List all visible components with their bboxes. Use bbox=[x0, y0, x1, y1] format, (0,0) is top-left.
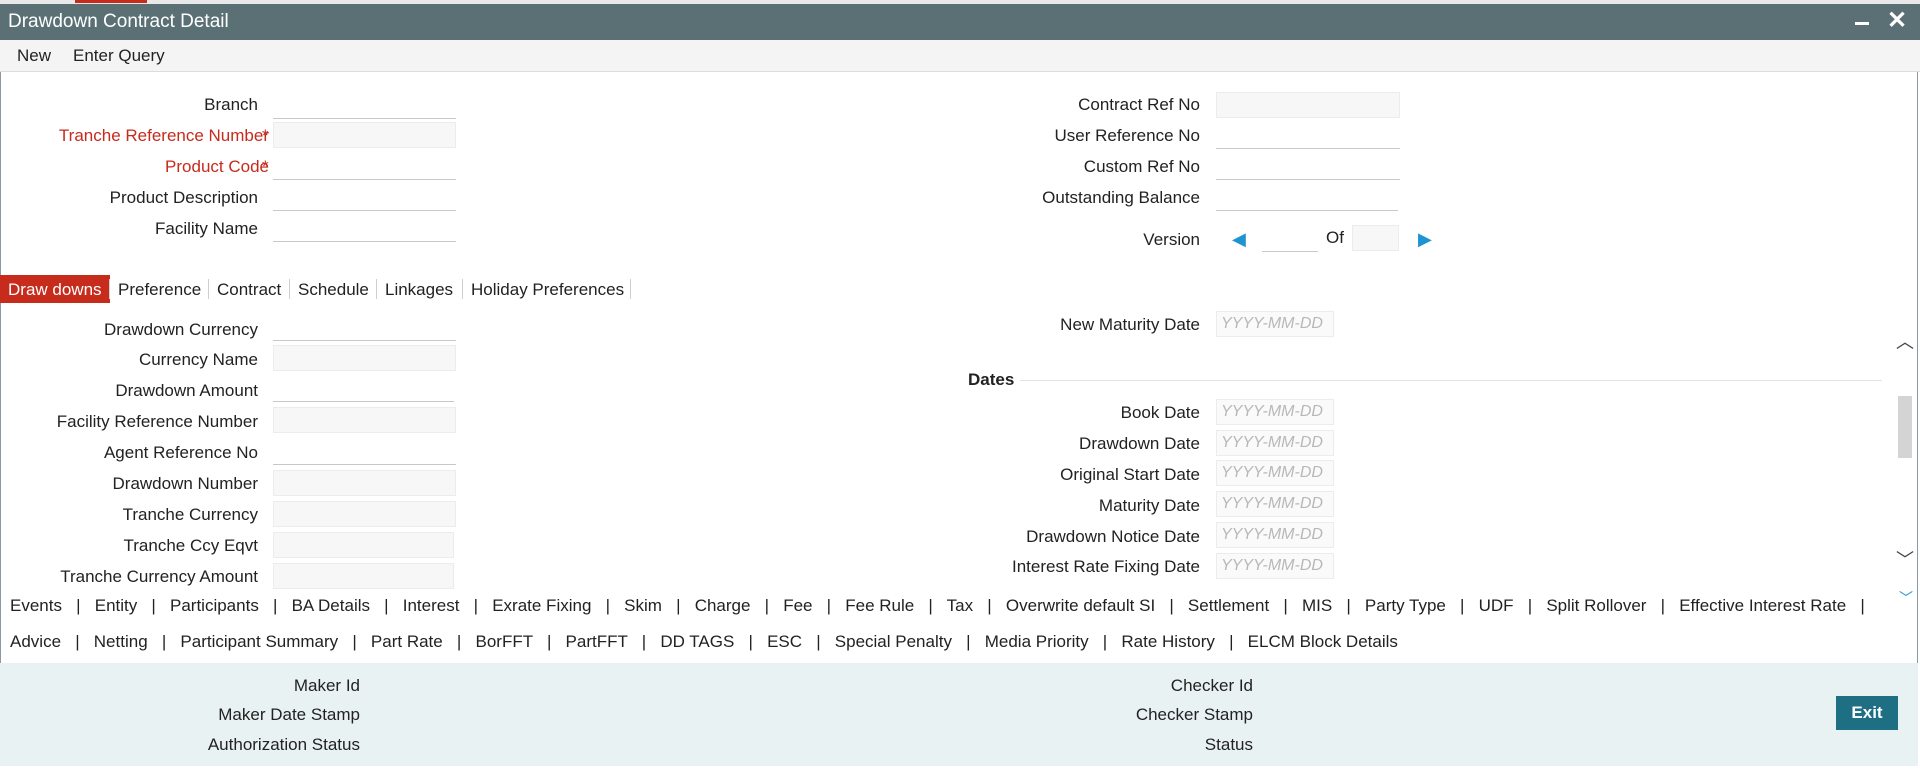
required-marker: * bbox=[262, 126, 269, 145]
scrollbar-thumb[interactable] bbox=[1898, 396, 1912, 458]
authorization-status-label: Authorization Status bbox=[207, 735, 360, 754]
maturity-date-input[interactable]: YYYY-MM-DD bbox=[1216, 491, 1334, 517]
required-marker: * bbox=[262, 157, 269, 176]
drawdown-currency-input[interactable] bbox=[273, 315, 456, 341]
close-icon[interactable]: ✕ bbox=[1887, 9, 1907, 33]
previous-version-icon[interactable]: ◀ bbox=[1232, 229, 1246, 250]
book-date-input[interactable]: YYYY-MM-DD bbox=[1216, 399, 1334, 425]
original-start-date-label: Original Start Date bbox=[1060, 465, 1200, 484]
dates-section-title: Dates bbox=[968, 370, 1015, 389]
rate-fixing-date-label: Interest Rate Fixing Date bbox=[1011, 557, 1200, 576]
tranche-ccy-eqvt-input bbox=[273, 532, 454, 558]
tranche-ccy-eqvt-label: Tranche Ccy Eqvt bbox=[123, 536, 258, 555]
user-ref-input[interactable] bbox=[1216, 123, 1400, 149]
maker-date-stamp-label: Maker Date Stamp bbox=[218, 705, 360, 724]
new-maturity-date-input[interactable]: YYYY-MM-DD bbox=[1216, 311, 1334, 337]
tab-preference[interactable]: Preference bbox=[110, 275, 209, 303]
facility-ref-label: Facility Reference Number bbox=[56, 412, 258, 431]
toolbar: New Enter Query bbox=[0, 40, 1920, 72]
currency-name-label: Currency Name bbox=[138, 350, 258, 369]
product-desc-label: Product Description bbox=[109, 188, 258, 207]
drawdown-number-label: Drawdown Number bbox=[112, 474, 259, 493]
links-row-2[interactable]: Advice | Netting | Participant Summary |… bbox=[10, 632, 1398, 666]
custom-ref-input[interactable] bbox=[1216, 154, 1400, 180]
contract-ref-label: Contract Ref No bbox=[1078, 95, 1200, 114]
facility-name-input[interactable] bbox=[273, 216, 456, 242]
branch-input[interactable] bbox=[273, 93, 456, 119]
new-button[interactable]: New bbox=[17, 46, 51, 66]
currency-name-input bbox=[273, 345, 456, 371]
tab-separator bbox=[630, 279, 631, 299]
drawdown-amount-label: Drawdown Amount bbox=[115, 381, 258, 400]
drawdown-currency-label: Drawdown Currency bbox=[104, 320, 258, 339]
outstanding-balance-input[interactable] bbox=[1216, 185, 1398, 211]
tranche-currency-label: Tranche Currency bbox=[122, 505, 258, 524]
book-date-label: Book Date bbox=[1120, 403, 1200, 422]
agent-ref-input[interactable] bbox=[273, 439, 456, 465]
tranche-amount-input bbox=[273, 563, 454, 589]
rate-fixing-date-input[interactable]: YYYY-MM-DD bbox=[1216, 553, 1334, 579]
original-start-date-input[interactable]: YYYY-MM-DD bbox=[1216, 460, 1334, 486]
drawdown-amount-input[interactable] bbox=[273, 376, 454, 402]
tranche-currency-input bbox=[273, 501, 456, 527]
maker-id-label: Maker Id bbox=[293, 676, 360, 695]
new-maturity-date-label: New Maturity Date bbox=[1060, 315, 1200, 334]
tranche-ref-label: Tranche Reference Number bbox=[58, 126, 269, 145]
product-desc-input[interactable] bbox=[273, 185, 456, 211]
minimize-icon[interactable] bbox=[1855, 22, 1869, 25]
chevron-up-icon[interactable]: ︿ bbox=[1896, 328, 1914, 354]
tab-draw-downs[interactable]: Draw downs bbox=[0, 275, 110, 303]
agent-ref-label: Agent Reference No bbox=[103, 443, 258, 462]
exit-button[interactable]: Exit bbox=[1836, 696, 1898, 730]
outstanding-balance-label: Outstanding Balance bbox=[1042, 188, 1200, 207]
content-scrollbar[interactable]: ︿ ﹀ bbox=[1893, 320, 1914, 580]
section-divider bbox=[1020, 380, 1882, 381]
links-row-1[interactable]: Events | Entity | Participants | BA Deta… bbox=[10, 596, 1865, 630]
contract-ref-input[interactable] bbox=[1216, 92, 1400, 118]
version-label: Version bbox=[1143, 230, 1200, 249]
checker-id-label: Checker Id bbox=[1170, 676, 1253, 695]
product-code-input[interactable] bbox=[273, 154, 456, 180]
drawdown-date-label: Drawdown Date bbox=[1079, 434, 1200, 453]
tab-linkages[interactable]: Linkages bbox=[377, 275, 461, 303]
tab-holiday-preferences[interactable]: Holiday Preferences bbox=[463, 275, 632, 303]
version-total-input bbox=[1352, 225, 1399, 251]
status-label: Status bbox=[1204, 735, 1253, 754]
drawdown-date-input[interactable]: YYYY-MM-DD bbox=[1216, 430, 1334, 456]
drawdown-notice-date-label: Drawdown Notice Date bbox=[1026, 527, 1200, 546]
next-version-icon[interactable]: ▶ bbox=[1418, 229, 1432, 250]
enter-query-button[interactable]: Enter Query bbox=[73, 46, 165, 66]
tranche-amount-label: Tranche Currency Amount bbox=[60, 567, 258, 586]
version-current-input[interactable] bbox=[1262, 226, 1318, 252]
tranche-ref-input[interactable] bbox=[273, 122, 456, 148]
facility-name-label: Facility Name bbox=[155, 219, 258, 238]
more-links-chevron-icon[interactable]: ﹀ bbox=[1899, 588, 1913, 608]
user-ref-label: User Reference No bbox=[1054, 126, 1200, 145]
facility-ref-input bbox=[273, 407, 456, 433]
active-indicator bbox=[75, 0, 147, 3]
drawdown-notice-date-input[interactable]: YYYY-MM-DD bbox=[1216, 522, 1334, 548]
branch-label: Branch bbox=[204, 95, 258, 114]
product-code-label: Product Code bbox=[165, 157, 269, 176]
tab-schedule[interactable]: Schedule bbox=[290, 275, 377, 303]
title-bar: Drawdown Contract Detail ✕ bbox=[0, 4, 1920, 40]
checker-stamp-label: Checker Stamp bbox=[1135, 705, 1253, 724]
chevron-down-icon[interactable]: ﹀ bbox=[1896, 546, 1914, 572]
tab-contract[interactable]: Contract bbox=[209, 275, 289, 303]
custom-ref-label: Custom Ref No bbox=[1083, 157, 1200, 176]
version-of-label: Of bbox=[1326, 228, 1344, 247]
drawdown-number-input bbox=[273, 470, 456, 496]
window-title: Drawdown Contract Detail bbox=[8, 11, 229, 32]
maturity-date-label: Maturity Date bbox=[1098, 496, 1200, 515]
